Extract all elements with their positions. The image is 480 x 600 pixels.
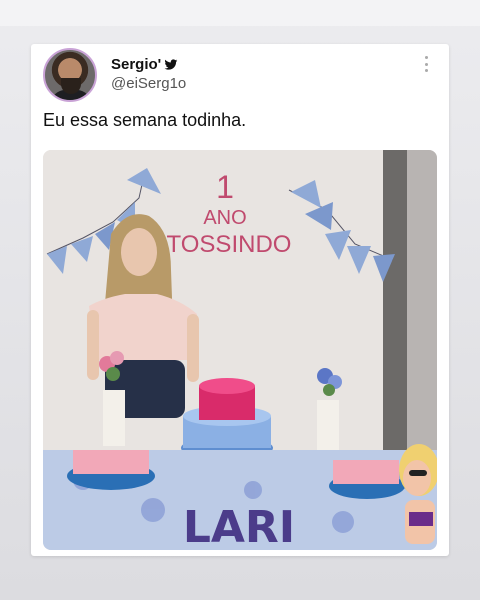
banner-line2: TOSSINDO: [167, 231, 292, 258]
party-photo: 1 ANO TOSSINDO LARI: [43, 150, 437, 550]
display-name[interactable]: Sergio': [111, 56, 161, 73]
avatar[interactable]: [43, 48, 97, 102]
tweet-photo[interactable]: 1 ANO TOSSINDO LARI: [43, 150, 437, 550]
handle[interactable]: @eiSerg1o: [111, 75, 186, 92]
banner-number: 1: [216, 169, 234, 205]
table-letters: LARI: [183, 502, 295, 550]
cupcake-stand-right: [329, 460, 405, 499]
cupcake-stand-left: [67, 450, 155, 490]
tweet-text: Eu essa semana todinha.: [43, 110, 247, 130]
author-row[interactable]: Sergio': [111, 56, 178, 73]
top-background-strip: [0, 0, 480, 26]
bird-icon: [164, 58, 178, 70]
more-options-icon[interactable]: [423, 56, 429, 72]
banner-line1: ANO: [203, 207, 246, 229]
tweet-card[interactable]: Sergio' @eiSerg1o Eu essa semana todinha…: [31, 44, 449, 556]
flower-vase-right: [317, 368, 342, 460]
